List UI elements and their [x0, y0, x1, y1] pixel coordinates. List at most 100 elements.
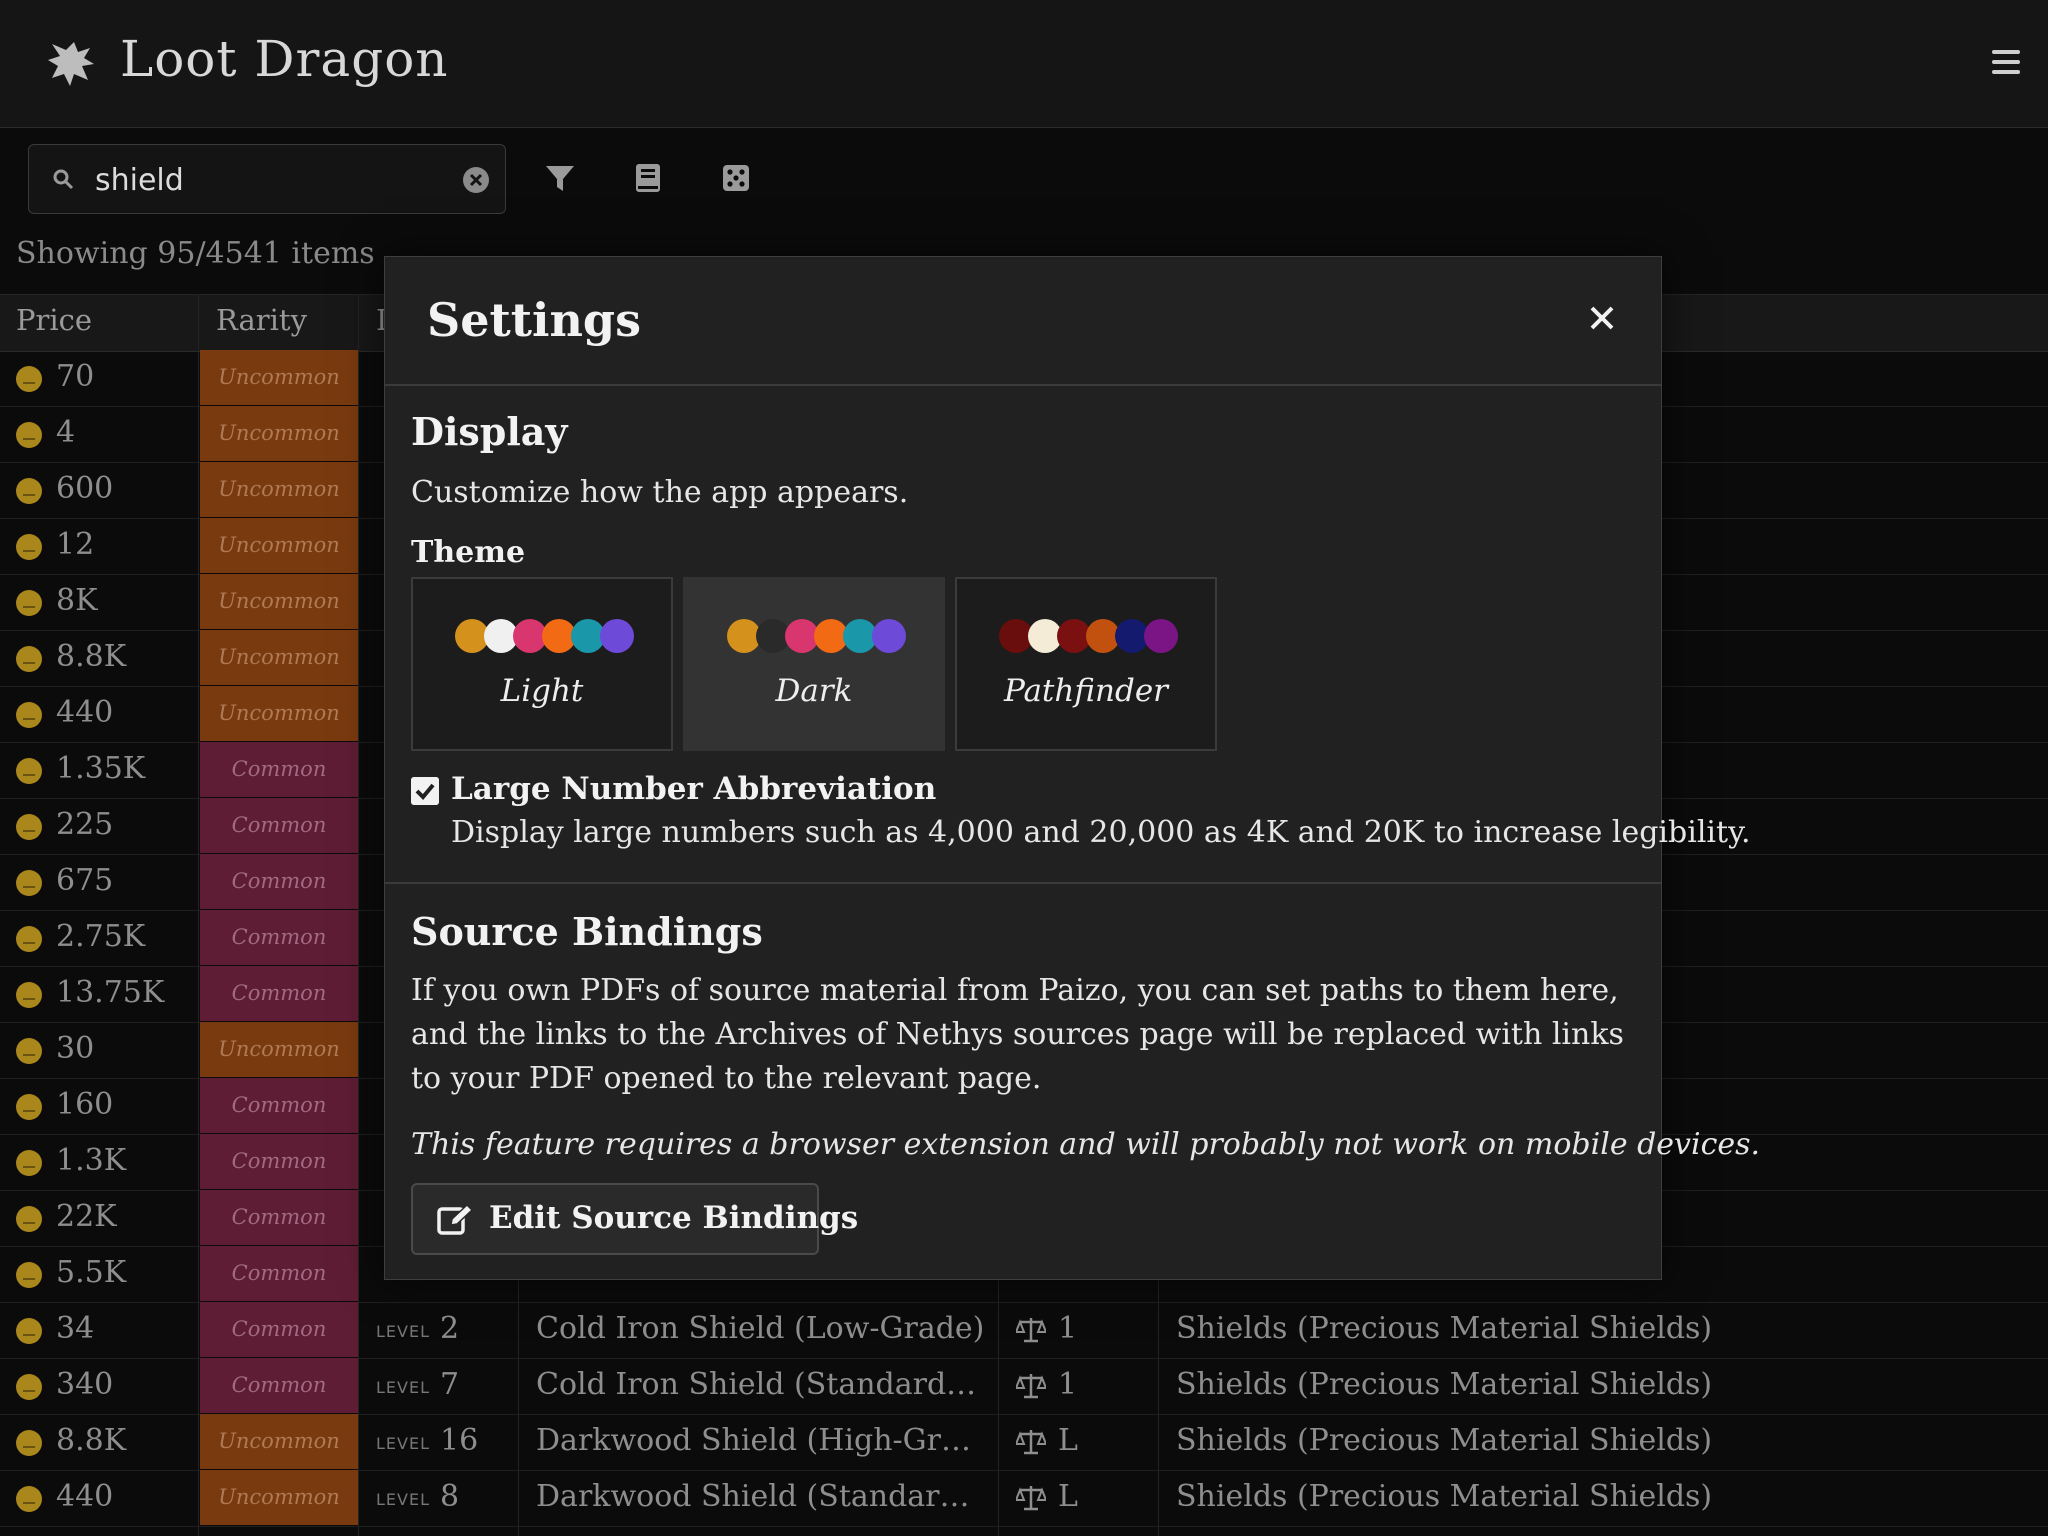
item-price: 8.8K: [56, 639, 127, 674]
item-price: 600: [56, 471, 114, 506]
coin-icon: [16, 1262, 42, 1288]
theme-option-pathfinder[interactable]: Pathfinder: [955, 577, 1217, 751]
search-input[interactable]: [93, 157, 427, 203]
app-header: Loot Dragon: [0, 0, 2048, 128]
item-level: 2: [440, 1311, 460, 1346]
table-row[interactable]: 34 Common LEVEL 2 Cold Iron Shield (Low-Grad…: [0, 1302, 2048, 1359]
item-bulk: 1: [1058, 1367, 1078, 1402]
coin-icon: [16, 1430, 42, 1456]
rarity-badge: Uncommon: [200, 518, 358, 573]
color-swatch: [1144, 619, 1178, 653]
item-level: 8: [440, 1479, 460, 1514]
item-name[interactable]: Darkwood Shield (High-Grade): [536, 1423, 986, 1458]
edit-source-bindings-button[interactable]: Edit Source Bindings: [411, 1183, 858, 1255]
table-row[interactable]: 340 Common LEVEL 7 Cold Iron Shield (Standar…: [0, 1358, 2048, 1415]
item-price: 440: [56, 695, 114, 730]
rarity-badge: Common: [200, 854, 358, 909]
rarity-badge: Common: [200, 1358, 358, 1413]
item-category: Shields (Precious Material Shields): [1176, 1423, 1713, 1458]
coin-icon: [16, 478, 42, 504]
modal-title: Settings: [427, 293, 641, 347]
level-label: LEVEL: [376, 1378, 430, 1397]
edit-icon: [437, 1203, 473, 1235]
rarity-badge: Common: [200, 742, 358, 797]
rarity-badge: Uncommon: [200, 350, 358, 405]
modal-header: Settings: [385, 257, 1661, 386]
item-level: 7: [440, 1367, 460, 1402]
theme-name: Pathfinder: [1003, 673, 1169, 709]
filter-icon[interactable]: [542, 160, 578, 196]
source-bindings-description: If you own PDFs of source material from …: [411, 973, 1624, 1096]
coin-icon: [16, 1374, 42, 1400]
book-icon[interactable]: [630, 160, 666, 196]
item-bulk: L: [1058, 1479, 1078, 1514]
rarity-badge: Uncommon: [200, 574, 358, 629]
coin-icon: [16, 702, 42, 728]
item-price: 1.35K: [56, 751, 146, 786]
rarity-badge: Uncommon: [200, 1470, 358, 1525]
coin-icon: [16, 758, 42, 784]
item-name[interactable]: Darkwood Shield (Standard-Gr...: [536, 1479, 986, 1514]
bulk-scale-icon: [1016, 1374, 1046, 1399]
search-box[interactable]: [28, 144, 506, 214]
results-count: Showing 95/4541 items: [16, 236, 375, 271]
coin-icon: [16, 1038, 42, 1064]
rarity-badge: Uncommon: [200, 462, 358, 517]
theme-option-light[interactable]: Light: [411, 577, 673, 751]
column-header-price[interactable]: Price: [16, 303, 92, 337]
level-label: LEVEL: [376, 1434, 430, 1453]
coin-icon: [16, 534, 42, 560]
clear-search-icon[interactable]: [461, 165, 491, 195]
rarity-badge: Common: [200, 1302, 358, 1357]
item-price: 30: [56, 1031, 95, 1066]
large-number-description: Display large numbers such as 4,000 and …: [451, 815, 1751, 850]
rarity-badge: Uncommon: [200, 406, 358, 461]
dice-icon[interactable]: [718, 160, 754, 196]
item-name[interactable]: Cold Iron Shield (Standard-Gra...: [536, 1367, 986, 1402]
rarity-badge: Uncommon: [200, 686, 358, 741]
large-number-title[interactable]: Large Number Abbreviation: [451, 771, 936, 807]
color-swatch: [600, 619, 634, 653]
rarity-badge: Common: [200, 1078, 358, 1133]
coin-icon: [16, 1150, 42, 1176]
theme-swatches: [999, 619, 1179, 653]
settings-modal: Settings Display Customize how the app a…: [384, 256, 1760, 1280]
item-price: 2.75K: [56, 919, 146, 954]
item-price: 22K: [56, 1199, 117, 1234]
coin-icon: [16, 814, 42, 840]
item-price: 70: [56, 359, 95, 394]
bulk-scale-icon: [1016, 1318, 1046, 1343]
theme-option-dark[interactable]: Dark: [683, 577, 945, 751]
item-price: 4: [56, 415, 76, 450]
close-icon[interactable]: [1589, 305, 1615, 331]
display-section-title: Display: [411, 409, 568, 454]
source-bindings-note: This feature requires a browser extensio…: [411, 1127, 1761, 1162]
large-number-checkbox[interactable]: [411, 777, 439, 805]
item-bulk: L: [1058, 1423, 1078, 1458]
coin-icon: [16, 1318, 42, 1344]
item-name[interactable]: Cold Iron Shield (Low-Grade): [536, 1311, 986, 1346]
coin-icon: [16, 646, 42, 672]
rarity-badge: Common: [200, 1190, 358, 1245]
item-price: 8K: [56, 583, 98, 618]
column-header-rarity[interactable]: Rarity: [216, 303, 307, 337]
item-price: 675: [56, 863, 114, 898]
item-price: 13.75K: [56, 975, 165, 1010]
search-icon: [53, 169, 74, 190]
item-price: 12: [56, 527, 95, 562]
bulk-scale-icon: [1016, 1430, 1046, 1455]
display-description: Customize how the app appears.: [411, 475, 909, 510]
item-price: 160: [56, 1087, 114, 1122]
rarity-badge: Uncommon: [200, 630, 358, 685]
color-swatch: [872, 619, 906, 653]
coin-icon: [16, 422, 42, 448]
theme-swatches: [727, 619, 907, 653]
rarity-badge: Uncommon: [200, 1414, 358, 1469]
table-row[interactable]: 440 Uncommon LEVEL 8 Darkwood Shield (Standa…: [0, 1470, 2048, 1527]
app-title: Loot Dragon: [120, 30, 449, 88]
coin-icon: [16, 982, 42, 1008]
item-category: Shields (Precious Material Shields): [1176, 1479, 1713, 1514]
hamburger-menu-icon[interactable]: [1992, 50, 2020, 74]
rarity-badge: Uncommon: [200, 1022, 358, 1077]
table-row[interactable]: 8.8K Uncommon LEVEL 16 Darkwood Shield (High…: [0, 1414, 2048, 1471]
